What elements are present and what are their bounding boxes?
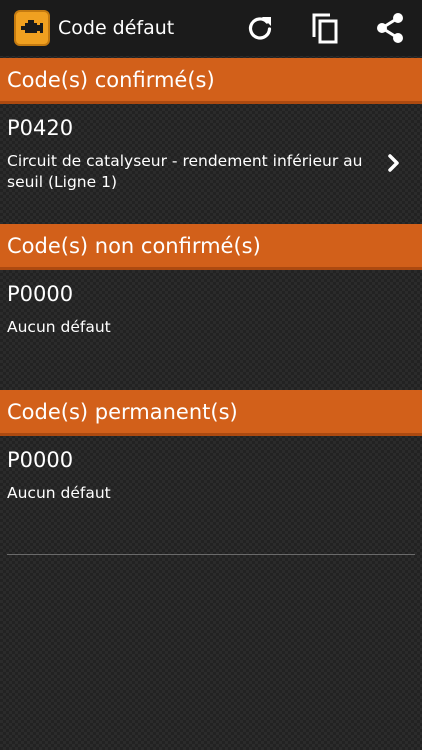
- list-item-permanent-code: P0000 Aucun défaut: [0, 436, 422, 546]
- dtc-code: P0000: [7, 282, 74, 306]
- toolbar-actions: [227, 0, 422, 56]
- refresh-icon: [248, 17, 271, 40]
- dtc-code: P0420: [7, 116, 74, 140]
- list-item-unconfirmed-code: P0000 Aucun défaut: [0, 270, 422, 380]
- copy-button[interactable]: [292, 0, 357, 56]
- dtc-code: P0000: [7, 448, 74, 472]
- dtc-description: Circuit de catalyseur - rendement inféri…: [7, 152, 363, 191]
- share-icon: [376, 13, 403, 43]
- refresh-button[interactable]: [227, 0, 292, 56]
- share-button[interactable]: [357, 0, 422, 56]
- page-title: Code défaut: [58, 17, 175, 39]
- list-item-confirmed-code[interactable]: P0420 Circuit de catalyseur - rendement …: [0, 104, 422, 218]
- copy-icon: [312, 13, 337, 44]
- app-bar: Code défaut: [0, 0, 422, 56]
- section-header-confirmed: Code(s) confirmé(s): [0, 58, 422, 104]
- section-header-permanent: Code(s) permanent(s): [0, 390, 422, 436]
- list-divider: [7, 554, 415, 555]
- engine-icon: [14, 10, 50, 46]
- dtc-description: Aucun défaut: [7, 318, 111, 336]
- section-header-unconfirmed: Code(s) non confirmé(s): [0, 224, 422, 270]
- chevron-right-icon: [384, 151, 404, 175]
- dtc-description: Aucun défaut: [7, 484, 111, 502]
